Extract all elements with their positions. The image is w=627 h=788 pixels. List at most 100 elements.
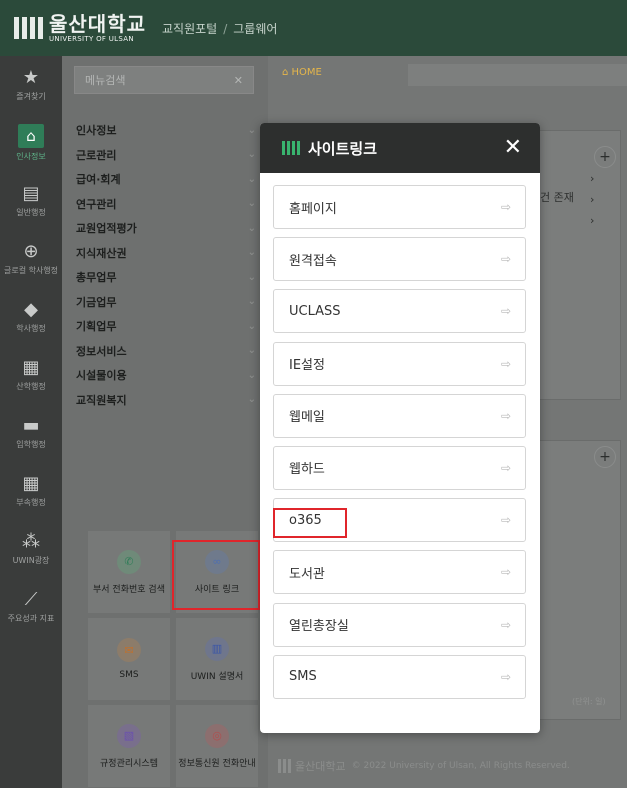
- rail-item-admission-admin[interactable]: ▬ 입학행정: [0, 404, 62, 462]
- site-link-uclass[interactable]: UCLASS ⇨: [273, 289, 526, 334]
- external-link-icon: ⇨: [500, 200, 511, 214]
- rail-item-academic-admin[interactable]: ◆ 학사행정: [0, 288, 62, 346]
- portal-link[interactable]: 교직원포털: [162, 22, 217, 36]
- site-link-remote-access[interactable]: 원격접속 ⇨: [273, 237, 526, 282]
- site-link-library[interactable]: 도서관 ⇨: [273, 550, 526, 595]
- building-icon: ▦: [22, 357, 40, 378]
- tile-label: 규정관리시스템: [100, 758, 158, 769]
- menu-search-input[interactable]: 메뉴검색 ✕: [74, 66, 254, 94]
- site-link-label: SMS: [289, 669, 317, 685]
- menu-item[interactable]: 인사정보 ⌄: [76, 118, 256, 143]
- rail-label: 부속행정: [16, 498, 46, 507]
- chevron-right-icon[interactable]: ›: [590, 214, 594, 227]
- menu-item[interactable]: 기금업무 ⌄: [76, 290, 256, 315]
- rail-label: 산학행정: [16, 382, 46, 391]
- footer-logo-text: 울산대학교: [295, 760, 346, 773]
- globe-icon: ⊕: [23, 241, 39, 262]
- left-icon-rail: ★ 즐겨찾기 ⌂ 인사정보 ▤ 일반행정 ⊕ 글로컬 학사행정 ◆ 학사행정 ▦ 산학행정 …: [0, 56, 62, 788]
- external-link-icon: ⇨: [500, 460, 511, 475]
- tile-uwin-manual[interactable]: ▥ UWIN 설명서: [176, 618, 258, 700]
- tile-regulation-system[interactable]: ▧ 규정관리시스템: [88, 705, 170, 787]
- menu-item[interactable]: 지식재산권 ⌄: [76, 241, 256, 266]
- tile-sms[interactable]: ✉ SMS: [88, 618, 170, 700]
- site-link-label: 원격접속: [289, 253, 337, 269]
- mail-icon: ✉: [117, 638, 141, 662]
- groupware-link[interactable]: 그룹웨어: [233, 22, 277, 36]
- home-label: HOME: [291, 66, 322, 78]
- rail-label: 인사정보: [16, 152, 46, 161]
- footer-logo-mark: [278, 759, 291, 773]
- home-breadcrumb[interactable]: ⌂ HOME: [268, 56, 627, 88]
- logo-mark: [14, 17, 43, 39]
- university-logo[interactable]: 울산대학교 UNIVERSITY OF ULSAN: [14, 13, 146, 43]
- star-icon: ★: [22, 67, 40, 88]
- chevron-down-icon: ⌄: [247, 320, 256, 332]
- external-link-icon: ⇨: [500, 669, 511, 684]
- menu-item[interactable]: 기획업무 ⌄: [76, 314, 256, 339]
- site-link-homepage[interactable]: 홈페이지 ⇨: [273, 185, 526, 229]
- menu-item-label: 급여·회계: [76, 173, 121, 187]
- menu-panel: 메뉴검색 ✕ 인사정보 ⌄ 근로관리 ⌄ 급여·회계 ⌄ 연구관리 ⌄ 교원업적평가 ⌄ …: [62, 56, 268, 788]
- chevron-down-icon: ⌄: [247, 222, 256, 234]
- clear-icon[interactable]: ✕: [234, 74, 243, 87]
- rail-label: 일반행정: [16, 208, 46, 217]
- chevron-down-icon: ⌄: [247, 296, 256, 308]
- tile-label: SMS: [119, 670, 139, 680]
- menu-item[interactable]: 시설물이용 ⌄: [76, 363, 256, 388]
- chevron-down-icon: ⌄: [247, 173, 256, 185]
- rail-item-affiliate-admin[interactable]: ▦ 부속행정: [0, 462, 62, 520]
- menu-item-label: 정보서비스: [76, 344, 127, 358]
- rail-item-favorites[interactable]: ★ 즐겨찾기: [0, 56, 62, 114]
- add-icon[interactable]: +: [594, 446, 616, 468]
- menu-item[interactable]: 근로관리 ⌄: [76, 143, 256, 168]
- rail-item-key-indicators[interactable]: ⟋ 주요성과 지표: [0, 578, 62, 636]
- grid-icon: ▦: [22, 473, 40, 494]
- tile-label: UWIN 설명서: [190, 671, 244, 682]
- rail-item-general-admin[interactable]: ▤ 일반행정: [0, 172, 62, 230]
- menu-item[interactable]: 연구관리 ⌄: [76, 192, 256, 217]
- site-link-sms[interactable]: SMS ⇨: [273, 654, 526, 699]
- chevron-down-icon: ⌄: [247, 345, 256, 357]
- chevron-right-icon[interactable]: ›: [590, 172, 594, 185]
- menu-item[interactable]: 교원업적평가 ⌄: [76, 216, 256, 241]
- site-link-label: 웹하드: [289, 462, 325, 478]
- site-link-label: 열린총장실: [289, 619, 349, 634]
- modal-title: 사이트링크: [308, 139, 378, 158]
- rail-item-uwin-square[interactable]: ⁂ UWIN광장: [0, 520, 62, 578]
- site-link-ie-settings[interactable]: IE설정 ⇨: [273, 341, 526, 386]
- add-icon[interactable]: +: [594, 146, 616, 168]
- site-link-webmail[interactable]: 웹메일 ⇨: [273, 393, 526, 438]
- rail-item-industry-admin[interactable]: ▦ 산학행정: [0, 346, 62, 404]
- menu-item-label: 기금업무: [76, 295, 117, 309]
- menu-item[interactable]: 정보서비스 ⌄: [76, 339, 256, 364]
- rail-label: 학사행정: [16, 324, 46, 333]
- tile-info-center-phone[interactable]: ◎ 정보통신원 전화안내: [176, 705, 258, 787]
- clipboard-icon: ▤: [22, 183, 40, 204]
- site-link-label: 웹메일: [289, 410, 325, 426]
- document-icon: ▧: [117, 723, 141, 748]
- breadcrumb-bar: [408, 64, 627, 86]
- unit-label: (단위: 일): [572, 697, 606, 706]
- external-link-icon: ⇨: [500, 617, 511, 632]
- copyright-text: © 2022 University of Ulsan, All Rights R…: [351, 761, 570, 771]
- menu-item[interactable]: 급여·회계 ⌄: [76, 167, 256, 192]
- menu-item[interactable]: 교직원복지 ⌄: [76, 388, 256, 413]
- rail-label: 즐겨찾기: [16, 92, 46, 101]
- header-breadcrumb: 교직원포털 / 그룹웨어: [162, 20, 277, 37]
- site-link-label: 도서관: [289, 566, 325, 582]
- site-link-label: UCLASS: [289, 303, 341, 319]
- chart-line-icon: ⟋: [24, 589, 38, 610]
- tile-dept-phone-search[interactable]: ✆ 부서 전화번호 검색: [88, 531, 170, 613]
- site-link-webhard[interactable]: 웹하드 ⇨: [273, 445, 526, 490]
- rail-item-glocal-academic[interactable]: ⊕ 글로컬 학사행정: [0, 230, 62, 288]
- rail-item-hr-info[interactable]: ⌂ 인사정보: [0, 114, 62, 172]
- logo-mark: [282, 141, 300, 155]
- menu-item[interactable]: 총무업무 ⌄: [76, 265, 256, 290]
- tile-label: 부서 전화번호 검색: [93, 584, 165, 595]
- home-icon: ⌂: [282, 66, 292, 78]
- site-link-list: 홈페이지 ⇨ 원격접속 ⇨ UCLASS ⇨ IE설정 ⇨ 웹메일 ⇨ 웹하드 ⇨ o365…: [273, 185, 526, 707]
- chevron-right-icon[interactable]: ›: [590, 193, 594, 206]
- menu-item-label: 지식재산권: [76, 246, 127, 260]
- close-icon[interactable]: ✕: [504, 137, 522, 159]
- site-link-open-president-office[interactable]: 열린총장실 ⇨: [273, 602, 526, 647]
